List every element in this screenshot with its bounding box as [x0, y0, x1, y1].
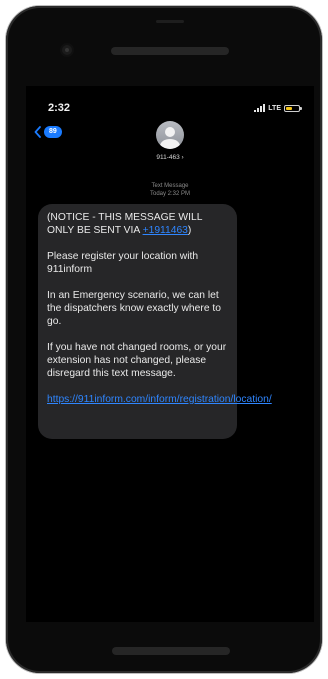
bottom-bezel-bar — [112, 647, 230, 655]
status-indicators: LTE — [254, 102, 302, 114]
battery-icon — [284, 104, 302, 112]
status-time: 2:32 — [48, 102, 71, 114]
message-bubble[interactable]: (NOTICE - THIS MESSAGE WILL ONLY BE SENT… — [38, 204, 272, 439]
emergency-paragraph: In an Emergency scenario, we can let the… — [47, 290, 221, 327]
notice-phone-link[interactable]: +1911463 — [143, 225, 188, 236]
message-type-label: Text Message — [151, 183, 189, 189]
top-bezel-line — [156, 20, 184, 23]
contact-avatar[interactable] — [156, 121, 184, 149]
notice-paragraph: (NOTICE - THIS MESSAGE WILL ONLY BE SENT… — [47, 211, 228, 237]
disregard-paragraph: If you have not changed rooms, or your e… — [47, 342, 227, 379]
phone-frame: 2:32 LTE 89 911-463 › Text Message Today… — [6, 6, 322, 673]
signal-icon — [254, 104, 266, 112]
registration-link[interactable]: https://911inform.com/inform/registratio… — [47, 394, 272, 405]
registration-paragraph: https://911inform.com/inform/registratio… — [47, 393, 272, 406]
phone-screen: 2:32 LTE 89 911-463 › Text Message Today… — [26, 86, 314, 622]
person-icon-head — [165, 127, 175, 137]
front-camera — [62, 45, 72, 55]
thread-meta: Text Message Today 2:32 PM — [26, 182, 314, 198]
chevron-left-icon — [34, 126, 41, 138]
person-icon-body — [160, 139, 180, 149]
network-type: LTE — [268, 104, 281, 112]
notice-close: ) — [187, 225, 192, 236]
contact-name[interactable]: 911-463 › — [26, 154, 314, 161]
back-button[interactable]: 89 — [34, 126, 62, 138]
unread-count-badge: 89 — [44, 126, 62, 138]
register-paragraph: Please register your location with 911in… — [47, 251, 199, 275]
message-timestamp: Today 2:32 PM — [149, 191, 191, 197]
battery-level — [286, 106, 292, 110]
earpiece-speaker — [111, 47, 229, 55]
